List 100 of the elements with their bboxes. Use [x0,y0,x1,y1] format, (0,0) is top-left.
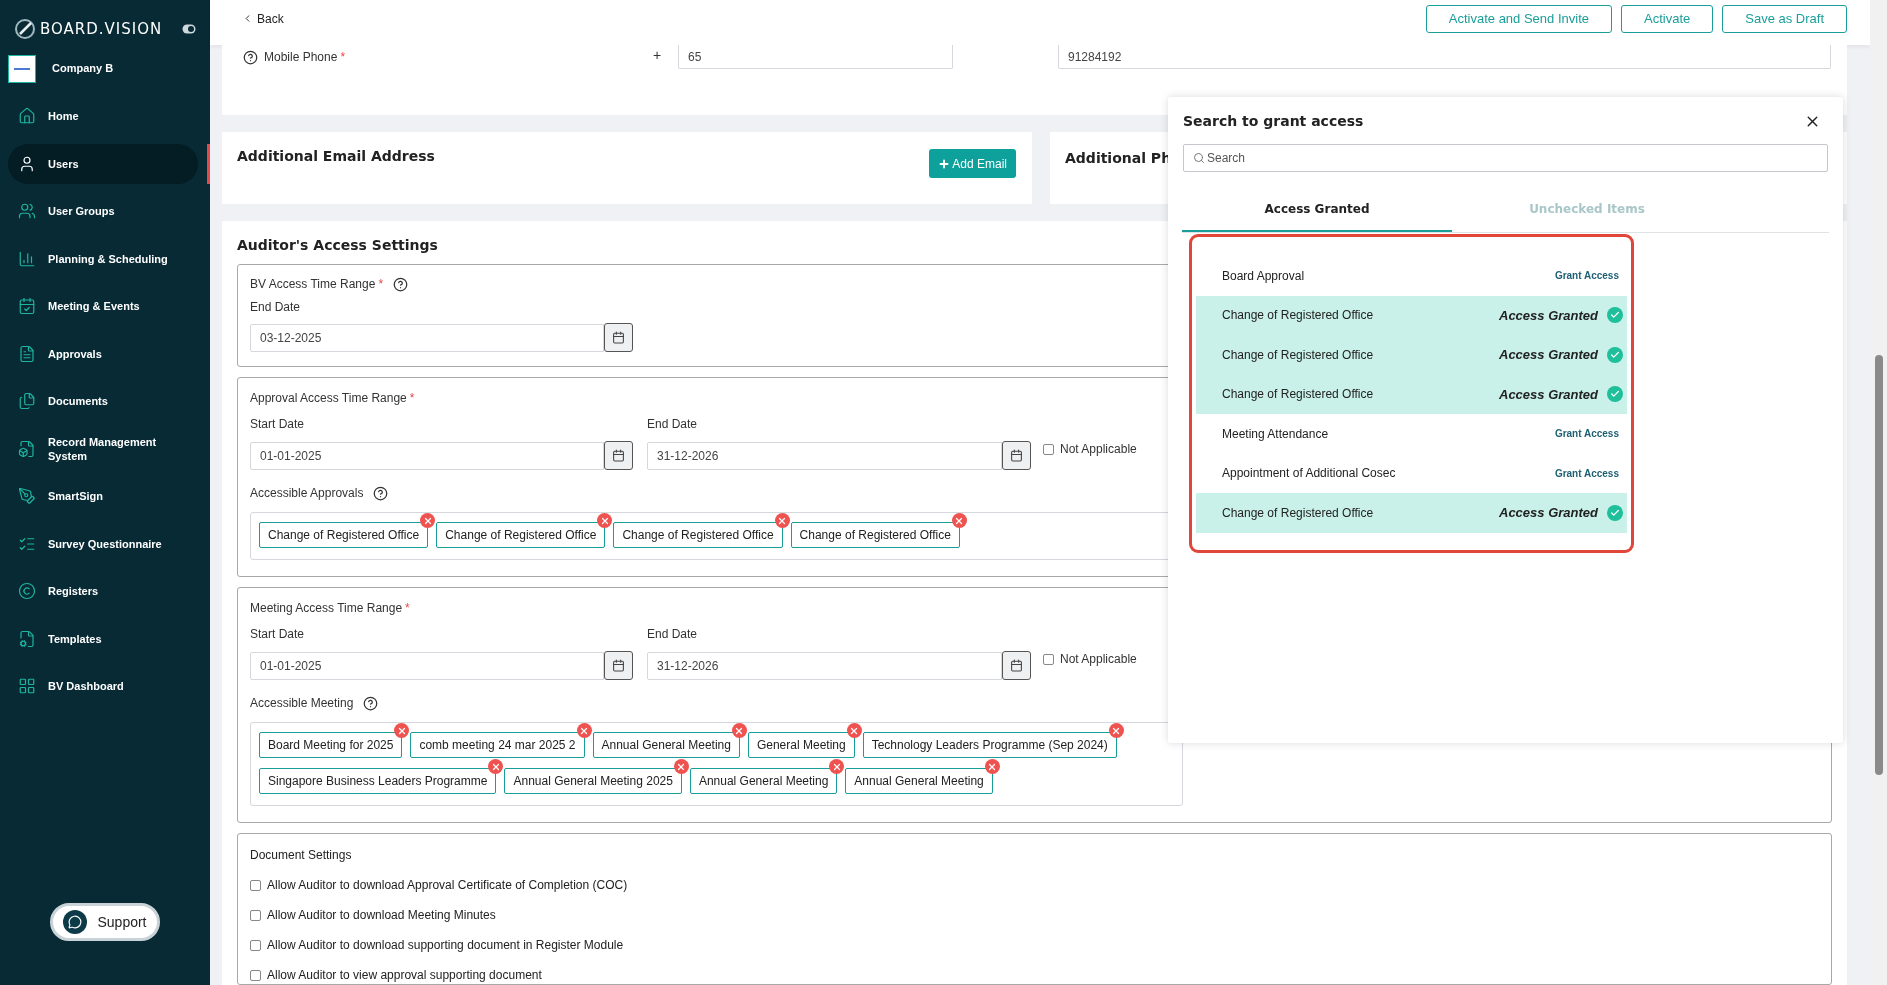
phone-number-field[interactable]: 91284192 [1058,45,1831,69]
tag: Annual General Meeting [845,768,993,794]
checkbox[interactable] [1043,443,1054,455]
checkbox[interactable] [250,879,261,891]
help-icon[interactable] [393,276,409,292]
remove-icon[interactable] [420,513,436,528]
checkbox[interactable] [250,969,261,981]
company-logo [8,54,36,83]
plus-sign: + [653,46,663,65]
remove-icon[interactable] [488,759,504,774]
support-button[interactable]: Support [50,903,160,941]
access-item[interactable]: Change of Registered Office Access Granted [1196,335,1627,375]
date-field[interactable]: 01-01-2025 [250,651,604,680]
checkbox-label: Not Applicable [1060,441,1137,458]
sidebar-item[interactable]: Documents [8,381,198,422]
sidebar-item[interactable]: SmartSign [8,476,198,517]
access-item[interactable]: Change of Registered Office Access Granted [1196,493,1627,533]
calendar-button[interactable] [1002,441,1031,470]
sidebar-item[interactable]: Users [8,143,198,184]
grid-icon [18,677,36,696]
date-field[interactable]: 31-12-2026 [647,651,1002,680]
access-item[interactable]: Meeting Attendance Grant Access [1196,414,1627,454]
grant-access-link[interactable]: Grant Access [1554,465,1623,481]
status-label: Access Granted [1499,346,1598,364]
grant-access-link[interactable]: Grant Access [1554,268,1623,284]
checkbox-label: Allow Auditor to download Meeting Minutes [267,907,496,924]
remove-icon[interactable] [731,723,747,738]
date-field[interactable]: 31-12-2026 [647,441,1002,470]
field-label: End Date [647,416,698,433]
user-icon [18,154,36,173]
remove-icon[interactable] [597,513,613,528]
remove-icon[interactable] [951,513,967,528]
help-icon[interactable] [363,695,379,711]
calendar-button[interactable] [604,441,633,470]
search-field[interactable]: Search [1183,144,1828,172]
bar-chart-icon [18,249,36,268]
tag: Technology Leaders Programme (Sep 2024) [862,732,1117,758]
tag: Annual General Meeting [592,732,740,758]
check-icon [1607,307,1623,324]
date-field[interactable]: 03-12-2025 [250,323,604,352]
access-item[interactable]: Board Approval Grant Access [1196,256,1627,296]
checkbox-label: Allow Auditor to download supporting document in Register Module [267,937,624,954]
sidebar-item[interactable]: Home [8,96,198,137]
documents-icon [18,392,36,411]
remove-icon[interactable] [394,723,410,738]
calendar-icon [1010,659,1023,672]
remove-icon[interactable] [576,723,592,738]
checkbox[interactable] [250,939,261,951]
brand-name: BOARD.VISION [40,19,163,40]
sidebar-item[interactable]: Survey Questionnaire [8,523,198,564]
calendar-button[interactable] [604,323,633,352]
checkbox-label: Not Applicable [1060,651,1137,668]
calendar-icon [612,659,625,672]
access-item[interactable]: Change of Registered Office Access Granted [1196,295,1627,335]
toggle-icon[interactable] [182,24,196,35]
sidebar-item[interactable]: BV Dashboard [8,666,198,707]
help-icon[interactable] [373,485,389,501]
status-label: Access Granted [1499,504,1598,522]
remove-icon[interactable] [984,759,1000,774]
field-label: Start Date [250,416,305,433]
calendar-button[interactable] [1002,651,1031,680]
remove-icon[interactable] [829,759,845,774]
checkbox[interactable] [1043,653,1054,665]
back-button[interactable]: Back [242,9,284,28]
field-label: Mobile Phone [264,50,338,64]
sidebar-item[interactable]: Meeting & Events [8,286,198,327]
date-field[interactable]: 01-01-2025 [250,441,604,470]
search-icon [1193,152,1205,164]
remove-icon[interactable] [1108,723,1124,738]
required-mark: * [409,391,415,405]
calendar-button[interactable] [604,651,633,680]
grant-access-link[interactable]: Grant Access [1554,426,1623,442]
access-item[interactable]: Appointment of Additional Cosec Grant Access [1196,453,1627,493]
sidebar-item[interactable]: Planning & Scheduling [8,238,198,279]
remove-icon[interactable] [774,513,790,528]
plus-icon [938,157,951,170]
checkbox[interactable] [250,909,261,921]
active-indicator [207,144,210,184]
check-icon [1607,386,1623,403]
country-code-field[interactable]: 65 [678,45,953,69]
field-label: Start Date [250,626,305,643]
remove-icon[interactable] [846,723,862,738]
field-label: Accessible Meeting [250,695,354,712]
sidebar-item[interactable]: Templates [8,618,198,659]
tab[interactable]: Access Granted [1182,188,1452,232]
remove-icon[interactable] [673,759,689,774]
sidebar-item[interactable]: User Groups [8,191,198,232]
record-icon [18,439,36,458]
access-item[interactable]: Change of Registered Office Access Granted [1196,374,1627,414]
sidebar-item[interactable]: Approvals [8,333,198,374]
tag: Singapore Business Leaders Programme [259,768,497,794]
field-label: Accessible Approvals [250,485,364,502]
sidebar-item[interactable]: Record Management System [8,428,198,469]
pen-icon [18,487,36,506]
sidebar-item[interactable]: Registers [8,571,198,612]
card-title: Auditor's Access Settings [237,236,439,255]
help-icon[interactable] [243,49,258,65]
tag: Annual General Meeting [689,768,838,794]
section-label: Document Settings [250,847,353,864]
tag: Annual General Meeting 2025 [504,768,682,794]
